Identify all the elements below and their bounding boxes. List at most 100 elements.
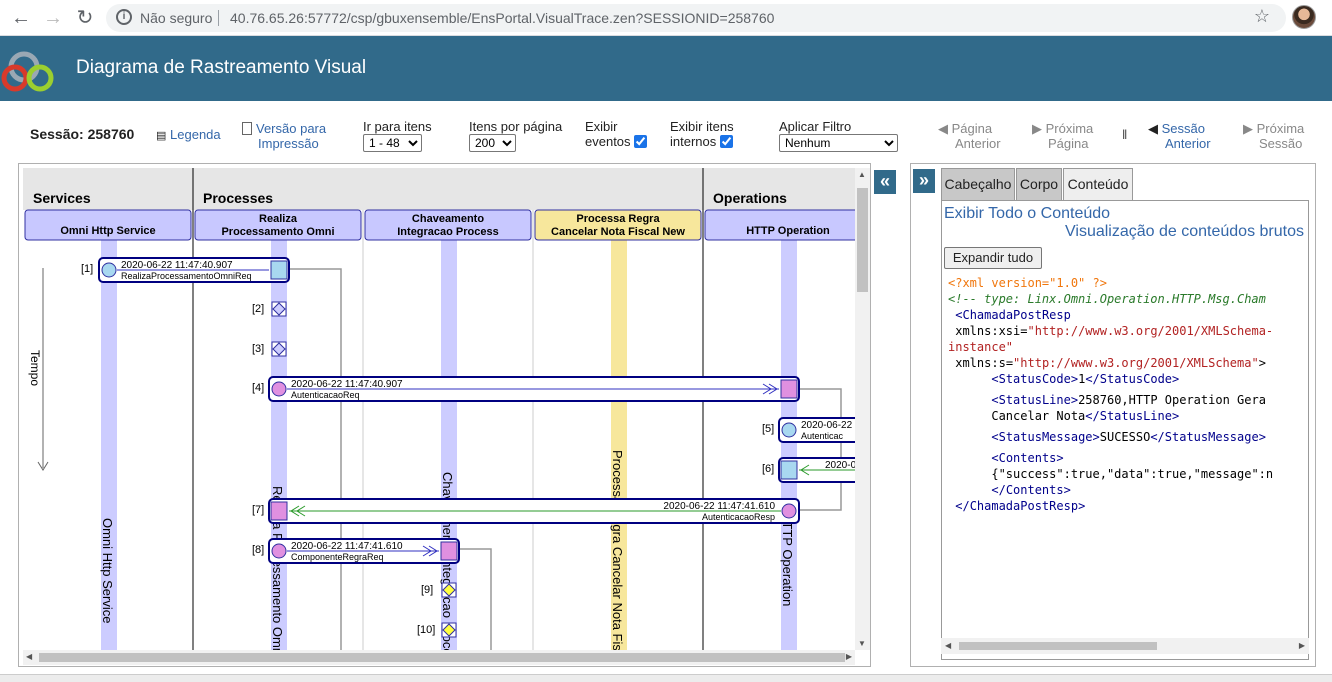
raw-contents-link[interactable]: Visualização de conteúdos brutos [1065, 223, 1304, 241]
scroll-thumb[interactable] [959, 642, 1157, 650]
host-name-line2: Integracao Process [397, 226, 499, 238]
goto-items-select[interactable]: 1 - 48 [363, 134, 422, 152]
message-time: 2020-06-22 11:47:40.907 [121, 260, 233, 271]
expand-all-button[interactable]: Expandir tudo [944, 247, 1042, 269]
show-all-contents-link[interactable]: Exibir Todo o Conteúdo [944, 205, 1110, 223]
legend-label: Legenda [170, 127, 221, 142]
event-row[interactable]: [10] [417, 622, 457, 638]
xml-value: Cancelar Nota [991, 409, 1086, 423]
message-row[interactable]: [1] 2020-06-22 11:47:40.907 RealizaProce… [81, 257, 290, 283]
back-icon[interactable]: ← [8, 5, 34, 31]
scroll-thumb[interactable] [857, 188, 868, 292]
message-row[interactable]: [6] 2020-0 [762, 457, 855, 483]
filter-label: Aplicar Filtro [779, 119, 852, 134]
host-box[interactable]: Realiza Processamento Omni [194, 209, 362, 241]
message-time: 2020-06-22 11:47:41.610 [663, 501, 775, 512]
next-session-button[interactable]: ▶ Próxima Sessão [1243, 121, 1304, 151]
message-row[interactable]: [7] 2020-06-22 11:47:41.610 Autenticacao… [252, 498, 800, 524]
next-page-button[interactable]: ▶ Próxima Página [1032, 121, 1093, 151]
show-events-line1: Exibir [585, 119, 618, 134]
per-page-select[interactable]: 200 [469, 134, 516, 152]
scroll-right-icon[interactable]: ▶ [846, 652, 852, 661]
connector-line [289, 268, 342, 650]
show-events-checkbox[interactable] [634, 135, 648, 148]
message-index: [1] [81, 263, 93, 275]
next-session-line1: Próxima [1256, 121, 1305, 136]
lifeline-label: Omni Http Service [100, 518, 115, 623]
url-text[interactable]: 40.76.65.26:57772/csp/gbuxensemble/EnsPo… [230, 10, 774, 26]
reload-icon[interactable]: ↻ [72, 5, 98, 31]
scroll-left-icon[interactable]: ◀ [945, 641, 951, 650]
section-title: Services [33, 190, 91, 206]
xml-tag: StatusCode [998, 372, 1071, 386]
show-internal-checkbox[interactable] [719, 135, 733, 148]
details-horizontal-scrollbar[interactable]: ◀ ▶ [941, 638, 1309, 654]
diagram-horizontal-scrollbar[interactable]: ◀ ▶ [23, 650, 855, 665]
session-label: Sessão: 258760 [30, 126, 135, 142]
tab-header[interactable]: Cabeçalho [941, 168, 1015, 200]
message-row[interactable]: [4] 2020-06-22 11:47:40.907 Autenticacao… [252, 376, 800, 402]
scroll-left-icon[interactable]: ◀ [26, 652, 32, 661]
message-row[interactable]: [5] 2020-06-22 Autenticac [762, 417, 855, 443]
diagram-vertical-scrollbar[interactable]: ▲ ▼ [855, 168, 870, 650]
host-name: Omni Http Service [60, 225, 155, 237]
time-axis: Tempo [28, 268, 49, 471]
next-page-line2: Página [1048, 136, 1089, 151]
collapse-diagram-button[interactable]: « [874, 170, 896, 194]
message-time: 2020-06-22 11:47:41.610 [291, 541, 403, 552]
message-name: RealizaProcessamentoOmniReq [121, 271, 252, 281]
xml-element: <Contents> [991, 451, 1064, 465]
print-version-link[interactable]: Versão para Impressão [242, 121, 326, 151]
scroll-right-icon[interactable]: ▶ [1299, 641, 1305, 650]
message-index: [2] [252, 303, 264, 315]
xml-attr: xmlns:s="http://www.w3.org/2001/XMLSchem… [955, 356, 1266, 370]
details-panel: » Cabeçalho Corpo Conteúdo Exibir Todo o… [910, 163, 1316, 667]
host-box[interactable]: Omni Http Service [24, 209, 192, 241]
address-separator [218, 10, 219, 26]
prev-session-button[interactable]: ◀ Sessão Anterior [1148, 121, 1211, 151]
tab-body[interactable]: Corpo [1016, 168, 1062, 200]
legend-icon: ▤ [156, 130, 167, 142]
forward-icon[interactable]: → [40, 5, 66, 31]
xml-element: <StatusCode>1</StatusCode> [991, 372, 1180, 386]
message-time: 2020-0 [825, 460, 855, 471]
xml-element: </Contents> [991, 483, 1071, 497]
address-bar[interactable]: i Não seguro 40.76.65.26:57772/csp/gbuxe… [106, 4, 1286, 32]
tab-contents[interactable]: Conteúdo [1063, 168, 1133, 200]
left-arrow-icon: ◀ [1148, 121, 1162, 136]
info-icon[interactable]: i [116, 9, 132, 25]
expand-details-button[interactable]: » [913, 169, 935, 193]
event-row[interactable]: [9] [421, 582, 457, 598]
xml-tag: StatusMessage [998, 430, 1093, 444]
host-box[interactable]: Processa Regra Cancelar Nota Fiscal New [534, 209, 702, 241]
prev-page-button[interactable]: ◀ Página Anterior [938, 121, 1001, 151]
app-logo [1, 51, 54, 92]
filter-select[interactable]: Nenhum [779, 134, 898, 152]
event-row[interactable]: [3] [252, 341, 287, 357]
scroll-up-icon[interactable]: ▲ [858, 170, 866, 179]
host-box[interactable]: HTTP Operation [704, 209, 855, 241]
show-internal-line2: internos [670, 134, 717, 149]
host-name-line1: Realiza [259, 213, 298, 225]
host-box[interactable]: Chaveamento Integracao Process [364, 209, 532, 241]
profile-avatar[interactable] [1292, 5, 1316, 29]
scroll-down-icon[interactable]: ▼ [858, 639, 866, 648]
message-index: [10] [417, 624, 435, 636]
print-version-line1: Versão para [256, 121, 327, 136]
contents-pane: Exibir Todo o Conteúdo Visualização de c… [941, 200, 1309, 660]
message-index: [3] [252, 343, 264, 355]
prev-session-line2: Anterior [1165, 136, 1211, 151]
time-label: Tempo [28, 350, 42, 386]
message-index: [7] [252, 504, 264, 516]
lifeline-label: Processa Regra Cancelar Nota Fiscal New [610, 450, 625, 650]
host-name-line1: Processa Regra [576, 213, 660, 225]
scroll-thumb[interactable] [39, 653, 845, 662]
right-arrow-icon: ▶ [1032, 121, 1046, 136]
lifeline-label: HTTP Operation [780, 512, 795, 606]
event-row[interactable]: [2] [252, 301, 287, 317]
message-row[interactable]: [8] 2020-06-22 11:47:41.610 ComponenteRe… [252, 538, 460, 564]
bookmark-star-icon[interactable]: ☆ [1254, 6, 1270, 27]
message-name: AutenticacaoResp [702, 512, 775, 522]
legend-link[interactable]: ▤ Legenda [156, 127, 221, 144]
show-events-label: Exibir eventos [585, 119, 648, 149]
